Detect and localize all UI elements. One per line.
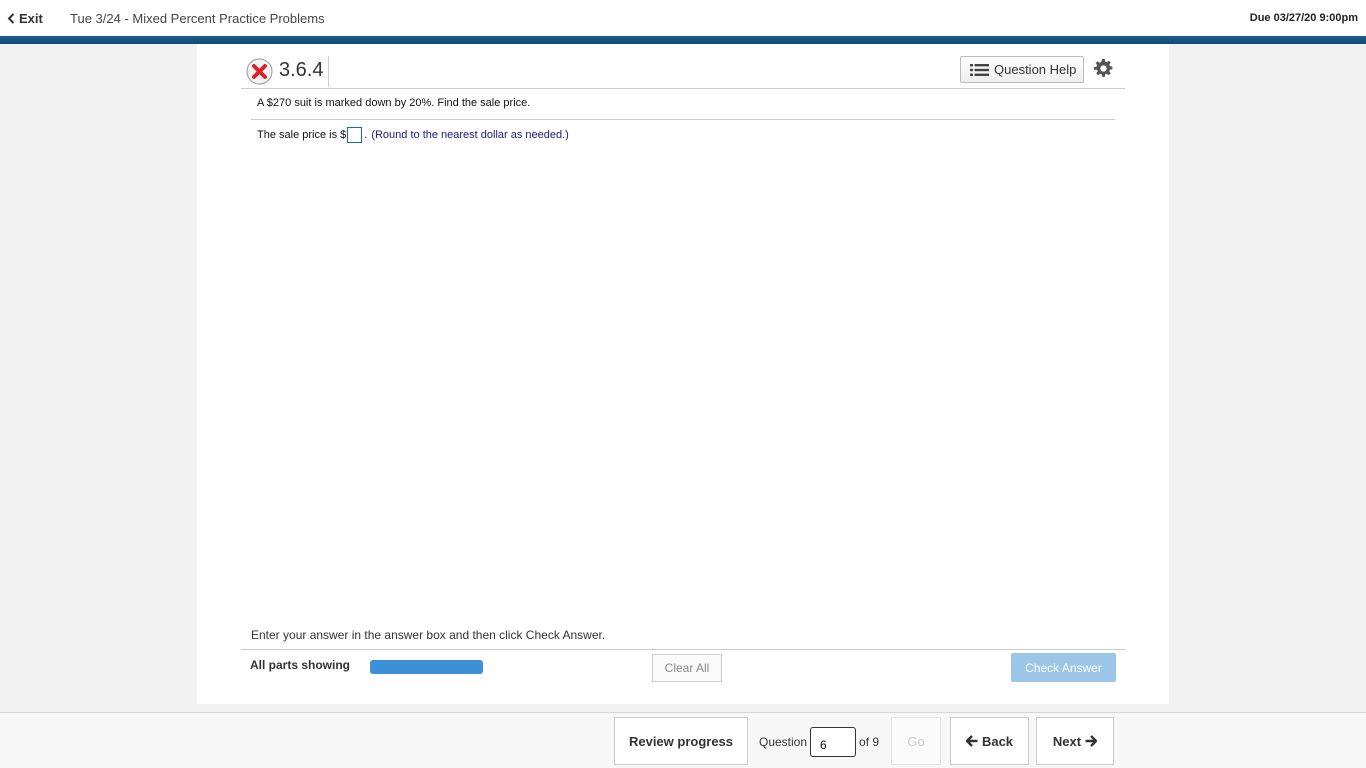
panel-footer-divider [241,649,1125,650]
problem-divider [251,119,1115,120]
question-help-label: Question Help [994,62,1077,77]
answer-line: The sale price is $ . (Round to the near… [257,127,569,143]
arrow-right-icon [1085,735,1098,747]
answer-suffix: . [364,129,368,141]
question-label: Question [759,735,808,749]
footer-nav: Review progress Question of 9 Go Back Ne… [0,712,1366,768]
top-bar: Exit Tue 3/24 - Mixed Percent Practice P… [0,0,1366,36]
question-number: 3.6.4 [279,59,324,81]
back-label: Back [981,733,1014,749]
header-divider [328,56,329,87]
check-answer-button[interactable]: Check Answer [1011,653,1116,682]
question-number-input[interactable] [810,727,857,757]
list-icon [970,63,989,76]
incorrect-x-icon [246,58,273,85]
due-date: Due 03/27/20 9:00pm [1249,12,1358,24]
question-navigator: Question of 9 [759,727,879,757]
question-total: of 9 [859,735,880,749]
rounding-hint: (Round to the nearest dollar as needed.) [371,129,569,141]
gear-icon[interactable] [1094,59,1113,78]
header-stripe [0,36,1366,44]
parts-label: All parts showing [250,658,351,672]
review-progress-button[interactable]: Review progress [614,717,748,765]
exit-button[interactable]: Exit [7,11,43,26]
question-help-button[interactable]: Question Help [960,56,1084,83]
parts-progress-bar [370,660,483,674]
answer-input[interactable] [347,127,363,143]
instruction-text: Enter your answer in the answer box and … [251,628,606,642]
go-button[interactable]: Go [891,717,941,765]
chevron-left-icon [7,13,15,24]
problem-text: A $270 suit is marked down by 20%. Find … [257,97,531,109]
assignment-title: Tue 3/24 - Mixed Percent Practice Proble… [70,11,325,26]
back-button[interactable]: Back [950,717,1029,765]
answer-prefix: The sale price is $ [257,129,347,141]
question-header: 3.6.4 Question Help [241,56,1125,89]
clear-all-button[interactable]: Clear All [652,654,722,682]
question-panel: 3.6.4 Question Help A $270 suit is marke… [197,44,1169,704]
next-button[interactable]: Next [1036,717,1114,765]
exit-label: Exit [19,11,43,26]
next-label: Next [1052,733,1082,749]
arrow-left-icon [965,735,978,747]
